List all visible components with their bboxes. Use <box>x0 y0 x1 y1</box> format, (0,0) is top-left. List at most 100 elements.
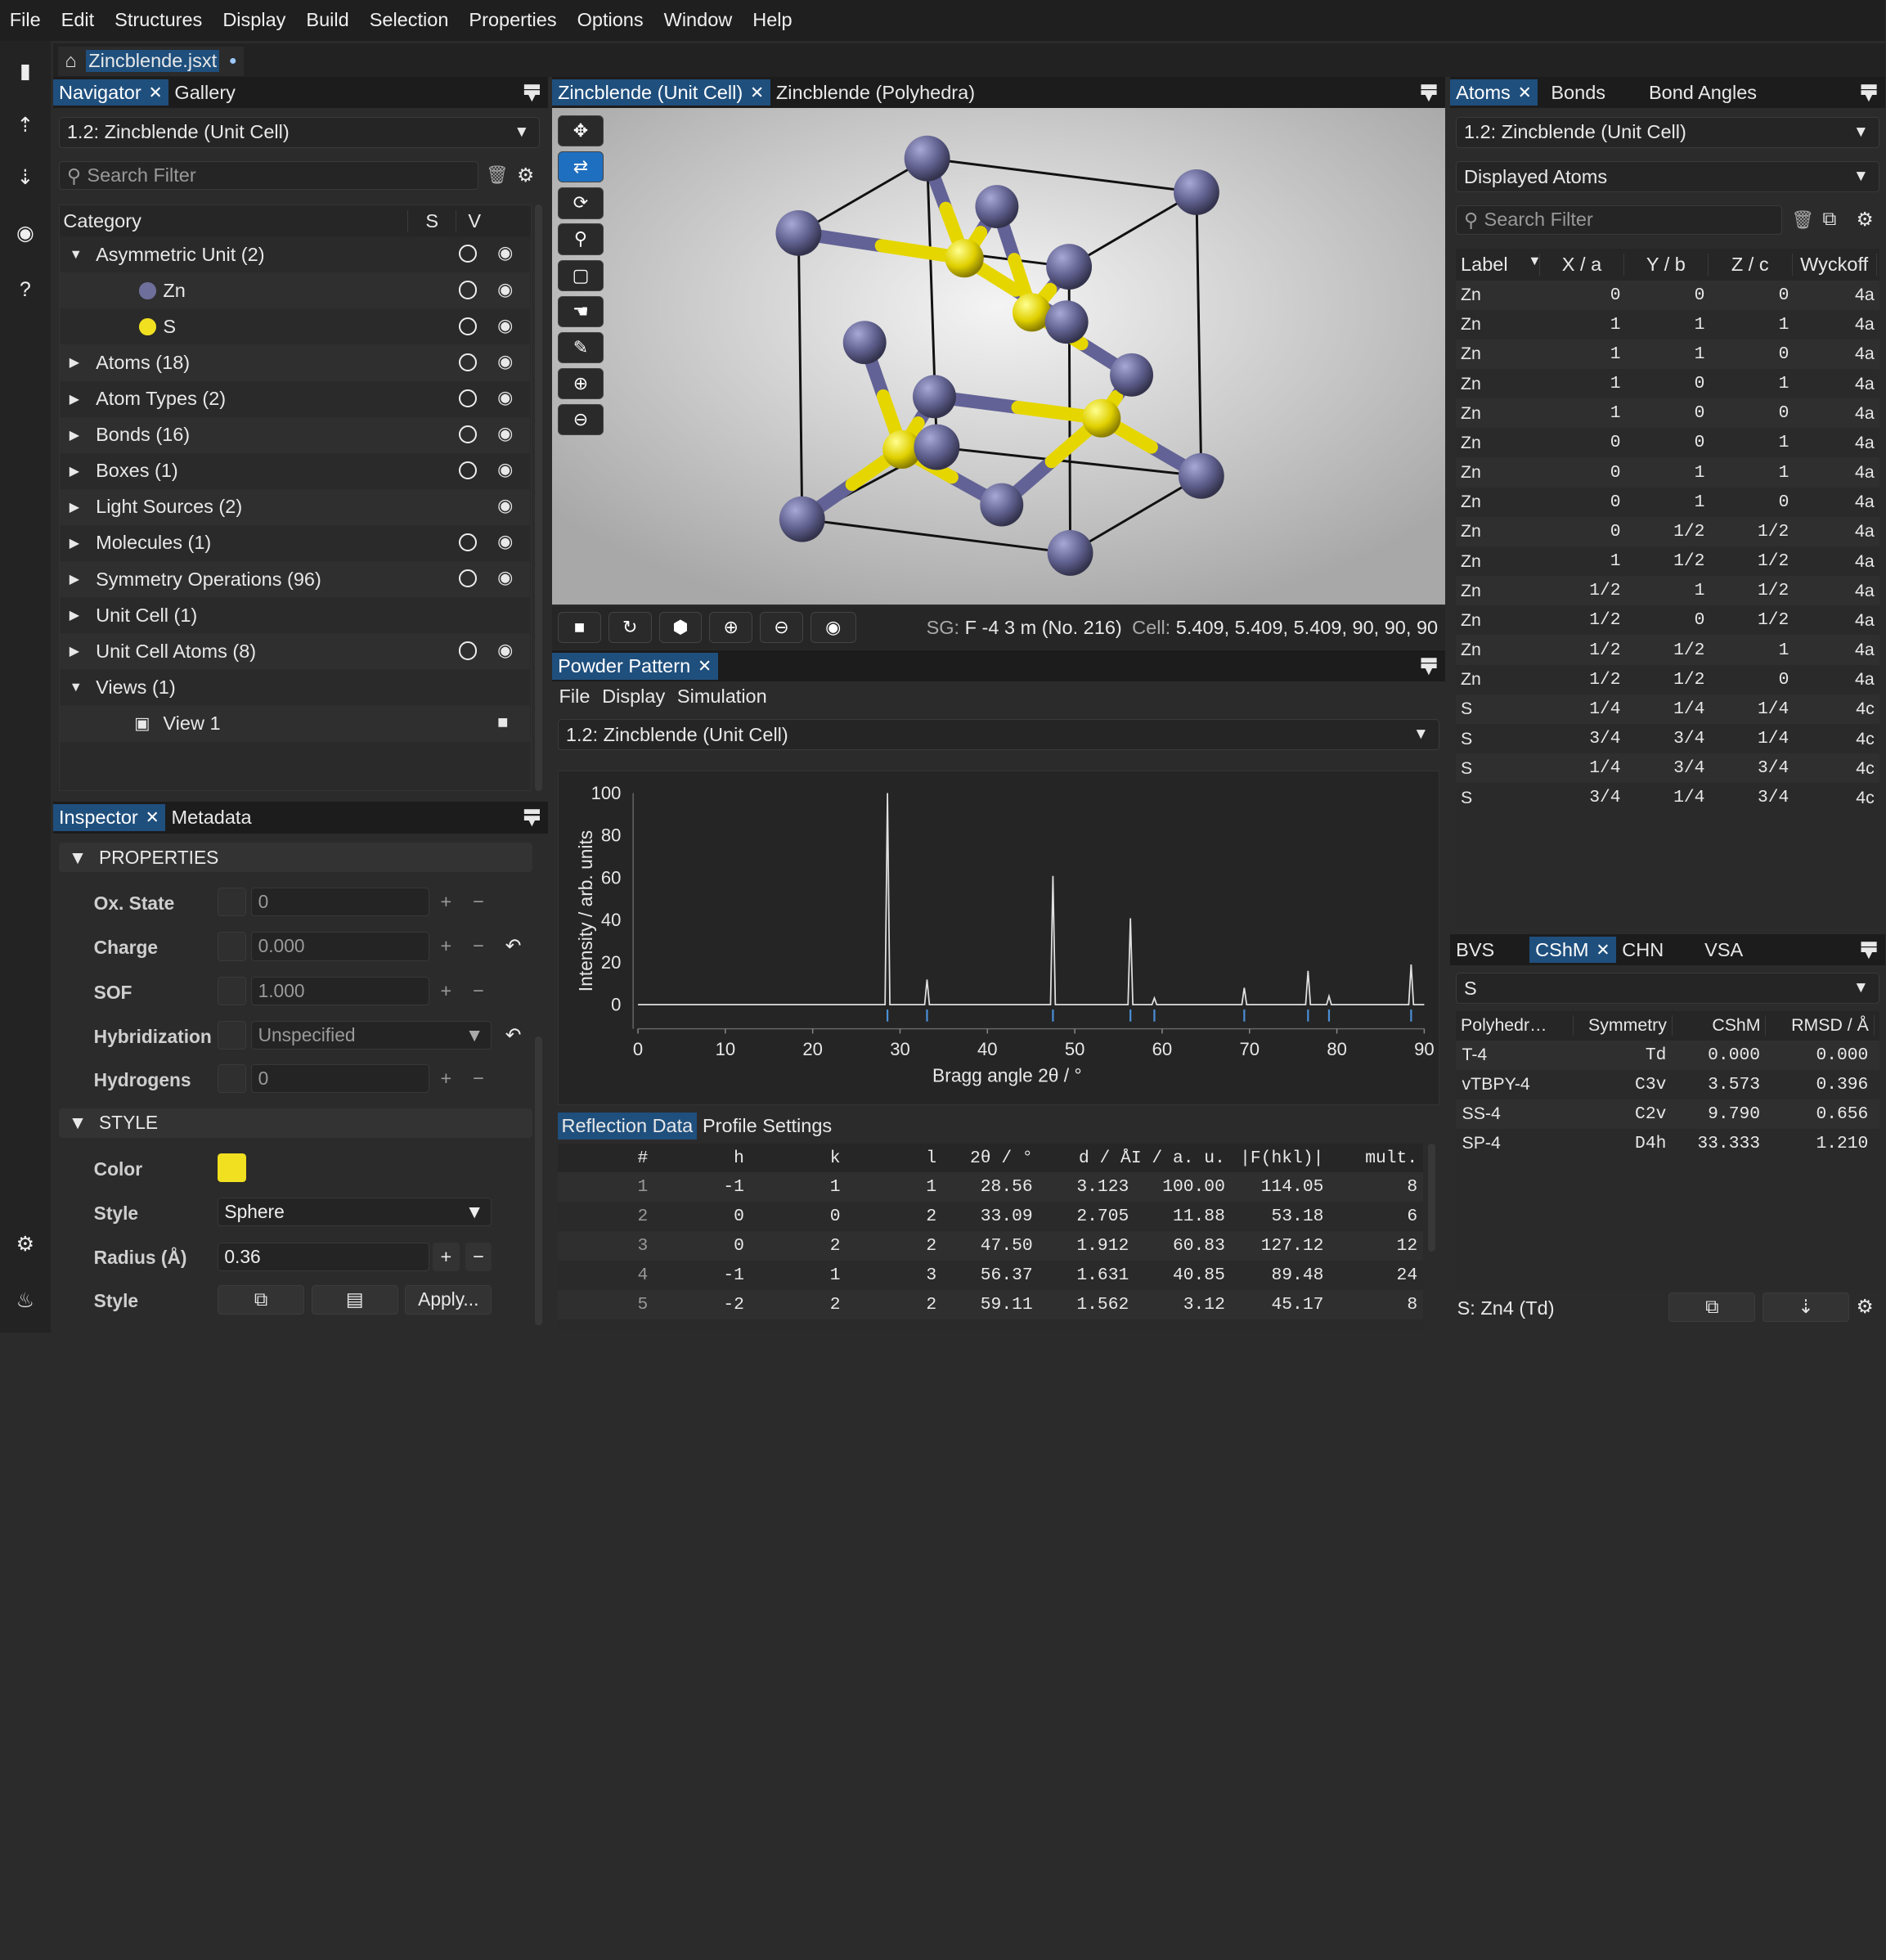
tree-row[interactable]: ▶ Atom Types (2) ◉ <box>60 381 530 417</box>
undo-icon[interactable]: ↶ <box>501 932 527 960</box>
tree-row[interactable]: ▶ Boxes (1) ◉ <box>60 453 530 489</box>
tab-metadata[interactable]: Metadata <box>165 804 258 830</box>
table-row[interactable]: S 3/4 3/4 1/4 4c <box>1456 724 1879 753</box>
style-section-header[interactable]: ▼ STYLE <box>59 1108 533 1138</box>
tree-row[interactable]: S ◉ <box>60 308 530 344</box>
minus-icon[interactable]: − <box>465 977 492 1005</box>
table-row[interactable]: Zn 1/2 0 1/2 4a <box>1456 605 1879 635</box>
powder-structure-select[interactable]: 1.2: Zincblende (Unit Cell) ▼ <box>558 719 1439 751</box>
table-row[interactable]: Zn 1/2 1 1/2 4a <box>1456 576 1879 606</box>
gear-icon[interactable]: ⚙ <box>1857 208 1874 231</box>
rotate-mode-icon[interactable]: ⇄ <box>558 151 604 183</box>
menu-display[interactable]: Display <box>222 9 285 31</box>
selection-circle-icon[interactable] <box>459 425 478 443</box>
zoom-in-icon[interactable]: ⊕ <box>709 612 753 644</box>
atoms-search-input[interactable]: ⚲ Search Filter <box>1456 205 1782 235</box>
cshm-col-0[interactable]: Polyhedr… <box>1456 1015 1574 1036</box>
zn-atom[interactable] <box>1178 453 1224 500</box>
download-icon[interactable]: ⇣ <box>12 164 38 191</box>
tree-row[interactable]: ▼ Asymmetric Unit (2) ◉ <box>60 236 530 272</box>
reflection-col-7[interactable]: mult. <box>1329 1143 1424 1173</box>
menu-file[interactable]: File <box>10 9 41 31</box>
cshm-col-3[interactable]: RMSD / Å <box>1766 1015 1875 1036</box>
scrollbar[interactable] <box>535 1036 542 1325</box>
structure-viewport[interactable] <box>551 108 1445 605</box>
camera-icon[interactable]: ■ <box>558 612 601 644</box>
copy-button[interactable]: ⧉ <box>1668 1292 1756 1322</box>
tab-navigator[interactable]: Navigator ✕ <box>52 79 169 106</box>
zoom-icon[interactable]: ⚲ <box>558 223 604 255</box>
eye-icon[interactable]: ◉ <box>497 423 513 444</box>
close-icon[interactable]: ✕ <box>698 656 712 677</box>
scrollbar[interactable] <box>535 204 542 792</box>
tab-profile-settings[interactable]: Profile Settings <box>697 1113 838 1140</box>
zoom-out-icon[interactable]: ⊖ <box>760 612 803 644</box>
panel-menu-icon[interactable]: ▬ ▬ ▼ <box>524 802 541 829</box>
reflection-col-0[interactable]: # <box>558 1143 654 1173</box>
powder-menu-file[interactable]: File <box>559 686 590 708</box>
table-row[interactable]: S 1/4 3/4 3/4 4c <box>1456 753 1879 784</box>
zn-atom[interactable] <box>1044 300 1089 344</box>
plus-icon[interactable]: + <box>433 888 459 916</box>
trash-icon[interactable]: 🗑 <box>1791 209 1814 231</box>
trash-icon[interactable]: 🗑 <box>486 164 509 186</box>
chevron-right-icon[interactable]: ▶ <box>70 643 79 659</box>
eye-icon[interactable]: ◉ <box>497 495 513 516</box>
cshm-site-select[interactable]: S ▼ <box>1456 973 1879 1005</box>
tab-reflection-data[interactable]: Reflection Data <box>558 1112 697 1140</box>
powder-menu-display[interactable]: Display <box>602 686 665 708</box>
select-rect-icon[interactable]: ▢ <box>558 259 604 291</box>
apply-button[interactable]: Apply... <box>405 1285 492 1315</box>
sof-field[interactable]: 1.000 <box>251 976 429 1005</box>
hybridization-checkbox[interactable] <box>218 1021 247 1050</box>
cshm-col-1[interactable]: Symmetry <box>1574 1015 1673 1036</box>
tab-gallery[interactable]: Gallery <box>168 79 241 106</box>
menu-options[interactable]: Options <box>577 9 644 31</box>
new-file-icon[interactable]: ▮ <box>12 58 38 84</box>
zn-atom[interactable] <box>914 424 960 470</box>
atoms-col-3[interactable]: Z / c <box>1709 253 1793 276</box>
table-row[interactable]: 1 -1 1 1 28.56 3.123 100.00 114.05 8 <box>558 1172 1424 1203</box>
eye-icon[interactable]: ◉ <box>497 351 513 372</box>
selection-circle-icon[interactable] <box>459 461 478 480</box>
undo-icon[interactable]: ↶ <box>501 1021 527 1050</box>
chevron-down-icon[interactable]: ▼ <box>70 680 83 695</box>
powder-chart[interactable]: 0 10 20 30 40 50 60 70 80 90 0 20 40 60 80 100 Bragg ang… <box>558 771 1439 1105</box>
chevron-right-icon[interactable]: ▶ <box>70 427 79 443</box>
zn-atom[interactable] <box>779 497 825 542</box>
chevron-right-icon[interactable]: ▶ <box>70 571 79 587</box>
add-atom-icon[interactable]: ⊕ <box>558 367 604 400</box>
col-s[interactable]: S <box>408 209 457 232</box>
s-atom[interactable] <box>945 239 984 278</box>
menu-edit[interactable]: Edit <box>61 9 95 31</box>
panel-menu-icon[interactable]: ▬ ▬ ▼ <box>1421 650 1439 678</box>
tab-cshm[interactable]: CShM ✕ <box>1529 937 1616 964</box>
table-row[interactable]: S 3/4 1/4 3/4 4c <box>1456 783 1879 812</box>
selection-circle-icon[interactable] <box>459 641 478 660</box>
properties-section-header[interactable]: ▼ PROPERTIES <box>59 843 533 872</box>
chevron-right-icon[interactable]: ▶ <box>70 391 79 407</box>
tree-row[interactable]: ▶ Symmetry Operations (96) ◉ <box>60 561 530 598</box>
reflection-col-2[interactable]: k <box>750 1143 846 1173</box>
camera-icon[interactable]: ◉ <box>12 220 38 246</box>
panel-menu-icon[interactable]: ▬ ▬ ▼ <box>524 77 541 105</box>
table-row[interactable]: Zn 0 0 0 4a <box>1456 280 1879 310</box>
powder-menu-simulation[interactable]: Simulation <box>677 686 767 708</box>
menu-structures[interactable]: Structures <box>115 9 202 31</box>
tab-inspector[interactable]: Inspector ✕ <box>52 804 166 831</box>
close-icon[interactable]: ✕ <box>148 83 162 103</box>
menu-window[interactable]: Window <box>664 9 733 31</box>
hydrogens-field[interactable]: 0 <box>251 1063 429 1094</box>
paste-style-button[interactable]: ▤ <box>311 1285 398 1315</box>
table-row[interactable]: Zn 0 1/2 1/2 4a <box>1456 516 1879 546</box>
settings-gear-icon[interactable]: ⚙ <box>12 1231 38 1257</box>
ox-state-field[interactable]: 0 <box>251 887 429 917</box>
zn-atom[interactable] <box>775 210 821 257</box>
chevron-right-icon[interactable]: ▶ <box>70 354 79 371</box>
selection-circle-icon[interactable] <box>459 245 478 263</box>
tab-polyhedra[interactable]: Zincblende (Polyhedra) <box>770 79 981 106</box>
tab-powder-pattern[interactable]: Powder Pattern ✕ <box>551 653 718 680</box>
copy-icon[interactable]: ⧉ <box>1823 208 1837 230</box>
zn-atom[interactable] <box>1173 169 1219 216</box>
remove-atom-icon[interactable]: ⊖ <box>558 403 604 436</box>
